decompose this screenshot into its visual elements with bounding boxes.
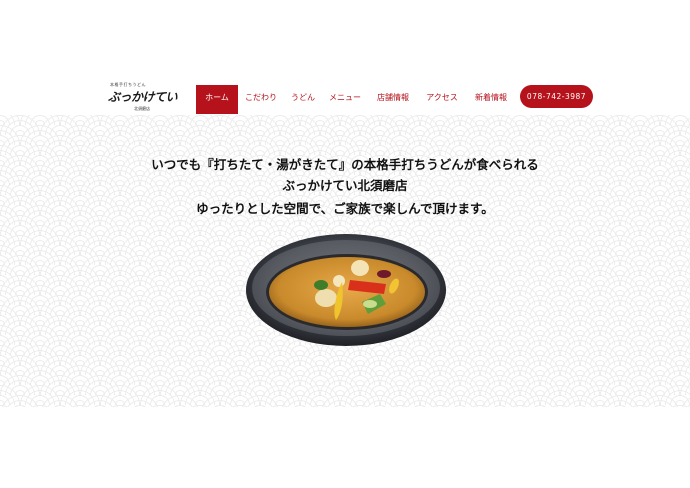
curry-udon-bowl-image — [246, 234, 446, 346]
nav-item-menu[interactable]: メニュー — [322, 85, 368, 114]
nav-item-kodawari[interactable]: こだわり — [238, 85, 284, 114]
hero-line-2: ぶっかけてい北須磨店 — [282, 178, 408, 193]
logo-branch: 北須磨店 — [134, 106, 150, 111]
site-logo[interactable]: 本格手打ちうどん ぶっかけてい 北須磨店 — [106, 82, 178, 116]
nav-item-news[interactable]: 新着情報 — [466, 85, 516, 114]
logo-brand: ぶっかけてい — [108, 90, 178, 104]
nav-item-udon[interactable]: うどん — [284, 85, 322, 114]
nav-item-home[interactable]: ホーム — [196, 85, 238, 114]
nav-item-store-info[interactable]: 店舗情報 — [368, 85, 418, 114]
phone-button[interactable]: 078-742-3987 — [520, 85, 593, 108]
hero-line-3: ゆったりとした空間で、ご家族で楽しんで頂けます。 — [196, 201, 494, 216]
nav-item-access[interactable]: アクセス — [418, 85, 466, 114]
hero-line-1: いつでも『打ちたて・湯がきたて』の本格手打ちうどんが食べられる — [151, 157, 539, 172]
